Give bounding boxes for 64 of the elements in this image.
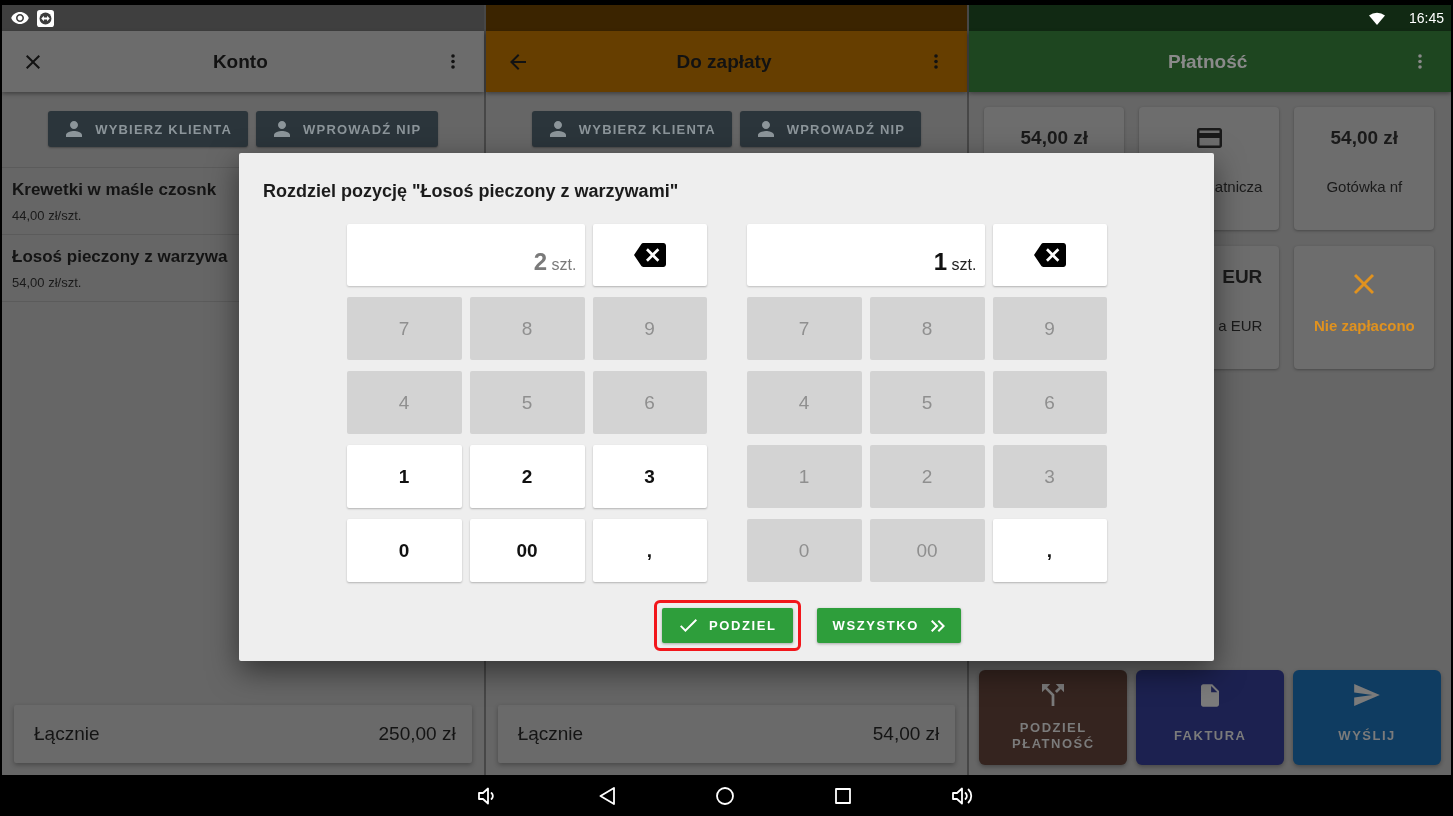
document-icon <box>1201 684 1220 707</box>
backspace-icon <box>1033 243 1066 267</box>
confirm-button[interactable]: PODZIEL <box>662 608 793 643</box>
payment-tile[interactable]: 54,00 zł Gotówka nf <box>1294 107 1435 230</box>
all-button[interactable]: WSZYSTKO <box>816 608 961 643</box>
keypad-key[interactable]: 00 <box>469 519 585 582</box>
arrows-badge-icon <box>37 9 54 27</box>
person-icon <box>549 121 566 137</box>
kebab-menu-icon[interactable] <box>450 54 455 69</box>
check-icon <box>680 619 697 632</box>
action-button[interactable]: PODZIEL PŁATNOŚĆ <box>979 670 1128 765</box>
double-chevron-icon <box>931 619 945 632</box>
quantity-field[interactable]: 2 szt. <box>346 224 585 286</box>
eye-icon <box>11 12 29 24</box>
screen-title: Do zapłaty <box>676 50 772 73</box>
person-icon <box>274 121 291 137</box>
keypad-key[interactable]: 1 <box>346 445 462 508</box>
tile-label: Nie zapłacono <box>1313 317 1415 335</box>
screen-title: Płatność <box>1168 50 1248 73</box>
item-name: Łosoś pieczony z warzywa <box>12 247 228 267</box>
total-amount: 54,00 zł <box>872 723 940 745</box>
keypad-key[interactable]: , <box>592 519 707 582</box>
client-button[interactable]: WPROWADŹ NIP <box>739 111 922 147</box>
item-price: 44,00 zł/szt. <box>12 208 82 224</box>
client-button[interactable]: WPROWADŹ NIP <box>256 111 438 147</box>
cross-icon <box>1354 274 1375 294</box>
person-icon <box>757 121 774 137</box>
close-icon[interactable] <box>26 54 40 69</box>
recents-square-icon[interactable] <box>834 787 851 804</box>
total-label: Łącznie <box>34 723 100 745</box>
action-button[interactable]: FAKTURA <box>1136 670 1285 765</box>
back-triangle-icon[interactable] <box>598 786 615 805</box>
dialog-title: Rozdziel pozycję "Łosoś pieczony z warzywami" <box>263 180 679 202</box>
screen-title: Konto <box>212 50 268 73</box>
fork-arrows-icon <box>1042 684 1065 706</box>
tile-amount: 54,00 zł <box>1330 126 1399 150</box>
wifi-icon <box>1368 11 1385 25</box>
status-time: 16:45 <box>1408 10 1444 26</box>
item-price: 54,00 zł/szt. <box>12 275 82 291</box>
action-button[interactable]: WYŚLIJ <box>1293 670 1441 765</box>
item-name: Krewetki w maśle czosnk <box>12 180 217 200</box>
credit-card-icon <box>1196 128 1222 148</box>
tile-amount: EUR <box>1222 265 1263 289</box>
client-button[interactable]: WYBIERZ KLIENTA <box>531 111 732 147</box>
payment-tile[interactable]: Nie zapłacono <box>1294 246 1435 369</box>
total-label: Łącznie <box>517 723 584 745</box>
backspace-button[interactable] <box>592 224 707 286</box>
tile-label: a EUR <box>1218 317 1263 335</box>
backspace-icon <box>633 243 666 267</box>
keypad-key[interactable]: 2 <box>469 445 585 508</box>
home-circle-icon[interactable] <box>715 786 734 805</box>
quantity-field[interactable]: 1 szt. <box>746 224 985 286</box>
person-icon <box>66 121 83 137</box>
tile-label: Gotówka nf <box>1326 178 1403 196</box>
paper-plane-icon <box>1354 684 1381 706</box>
tile-label: atnicza <box>1214 178 1263 196</box>
total-amount: 250,00 zł <box>378 723 456 745</box>
client-button[interactable]: WYBIERZ KLIENTA <box>48 111 249 147</box>
kebab-menu-icon[interactable] <box>1418 54 1422 69</box>
backspace-button[interactable] <box>992 224 1107 286</box>
keypad-key[interactable]: 3 <box>592 445 707 508</box>
keypad-key[interactable]: , <box>992 519 1107 582</box>
keypad-key[interactable]: 0 <box>346 519 462 582</box>
tile-amount: 54,00 zł <box>1020 126 1089 150</box>
